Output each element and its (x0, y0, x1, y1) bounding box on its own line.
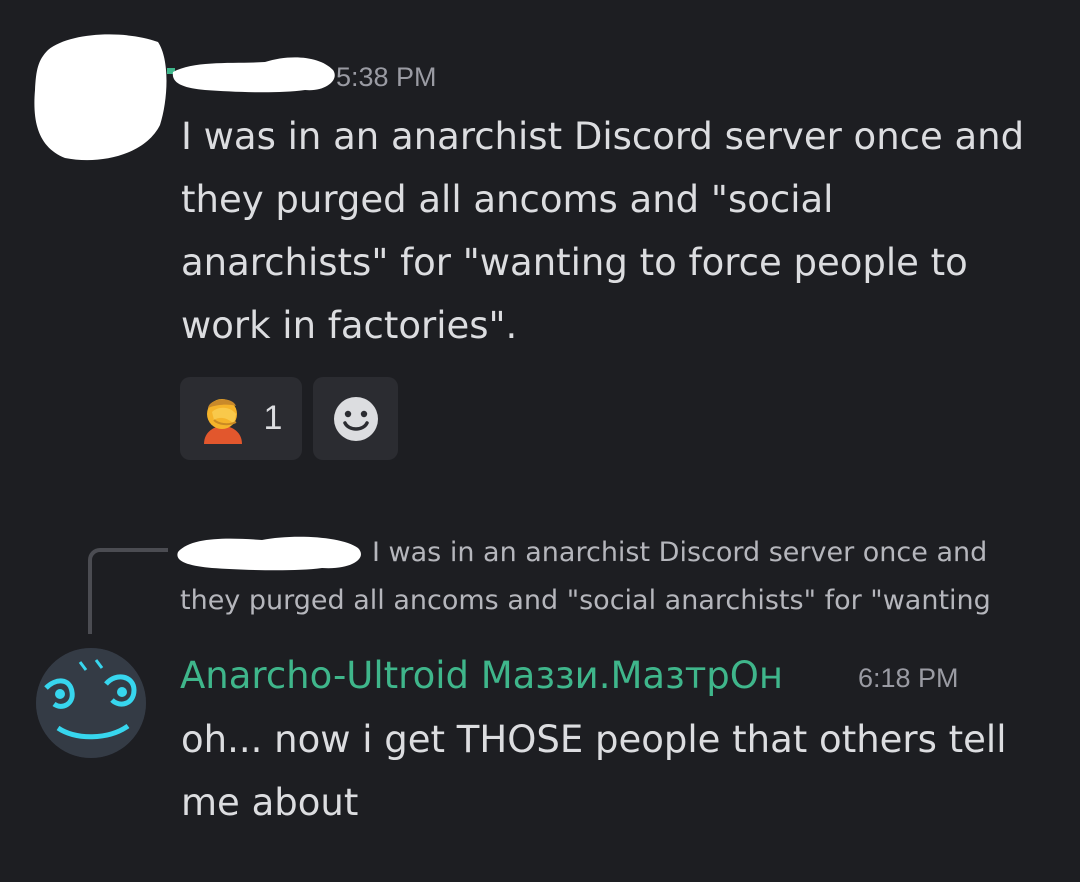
avatar[interactable] (36, 648, 146, 758)
message-line: anarchists" for "wanting to force people… (181, 241, 968, 284)
redacted-username (167, 57, 335, 93)
reply-connector (88, 548, 168, 634)
message-content: I was in an anarchist Discord server onc… (181, 105, 1024, 357)
message-line: they purged all ancoms and "social (181, 178, 834, 221)
message-timestamp: 5:38 PM (336, 62, 437, 92)
redacted-reply-username (177, 536, 361, 571)
message-line: me about (181, 781, 359, 824)
reaction-facepalm-button[interactable]: 1 (180, 377, 302, 460)
add-reaction-smiley-icon (333, 396, 378, 441)
message-line: oh... now i get THOSE people that others… (181, 718, 1007, 761)
redacted-avatar (34, 34, 167, 161)
add-reaction-button[interactable] (313, 377, 398, 460)
facepalm-emoji-icon (203, 398, 242, 444)
reply-preview-text[interactable]: they purged all ancoms and "social anarc… (180, 586, 991, 616)
reply-preview-text[interactable]: I was in an anarchist Discord server onc… (372, 538, 987, 568)
reaction-count: 1 (263, 399, 283, 437)
avatar-image (36, 648, 146, 758)
message-content: oh... now i get THOSE people that others… (181, 708, 1007, 834)
message-timestamp: 6:18 PM (858, 663, 959, 693)
username[interactable]: Anarcho-Ultroid Маззи.МазтрОн (180, 654, 783, 697)
message-line: work in factories". (181, 304, 518, 347)
message-line: I was in an anarchist Discord server onc… (181, 115, 1025, 158)
